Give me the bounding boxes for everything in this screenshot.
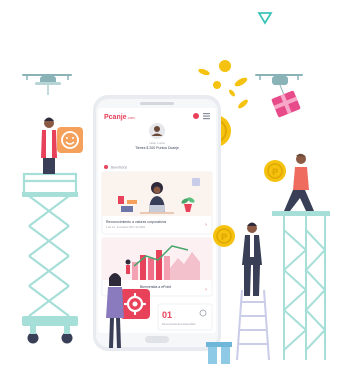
svg-text:P: P xyxy=(272,168,279,178)
coin-icon: P xyxy=(213,225,235,247)
standing-man xyxy=(242,222,262,296)
lift-wheel xyxy=(61,332,73,344)
greeting-text: Hola, Lucía xyxy=(149,141,165,145)
card-title: Reconocimiento a valores corporativos xyxy=(106,220,167,224)
brand-suffix: .com xyxy=(127,116,135,120)
points-text: Tienes $ 200 Puntos Dcanje xyxy=(135,146,179,150)
lift-wheel xyxy=(27,332,39,344)
section-label: Beneficios xyxy=(111,166,127,170)
card-subtitle: 1 de 14 - Inventario 2017-12-3001 xyxy=(106,225,146,229)
menu-icon[interactable] xyxy=(203,113,210,120)
notification-icon[interactable] xyxy=(193,113,199,119)
tower-platform xyxy=(272,211,330,216)
brand-logo: Pcanje xyxy=(104,114,127,121)
benefit-card[interactable] xyxy=(101,171,213,235)
man-on-lift xyxy=(41,117,57,174)
gear-icon xyxy=(120,289,150,319)
drone-icon xyxy=(255,74,303,96)
kneeling-man xyxy=(284,153,314,211)
scissor-lift xyxy=(28,195,70,317)
card-title: Bienvenida a ePoint xyxy=(140,285,171,289)
svg-text:P: P xyxy=(221,233,228,243)
triangle-decoration xyxy=(257,12,273,25)
counter-label: Reconocimientos disponibles xyxy=(162,322,196,326)
coin-icon: P xyxy=(264,160,286,182)
card-arrow-icon[interactable]: › xyxy=(205,287,207,293)
gift-icon xyxy=(206,342,232,364)
card-arrow-icon[interactable]: › xyxy=(205,222,207,228)
avatar xyxy=(149,123,165,139)
smiley-icon xyxy=(57,127,83,153)
lift-base xyxy=(22,316,78,326)
drone-icon xyxy=(22,74,72,95)
section-icon xyxy=(104,165,108,169)
lift-platform xyxy=(22,192,78,197)
tower-scaffold xyxy=(282,215,327,360)
gift-icon xyxy=(271,90,301,118)
illustration: P Pcanje .com Hola, Lucía Tienes $ 200 P… xyxy=(22,12,330,364)
counter-value: 01 xyxy=(162,310,172,320)
ladder xyxy=(236,289,270,361)
lift-railing xyxy=(22,172,78,192)
